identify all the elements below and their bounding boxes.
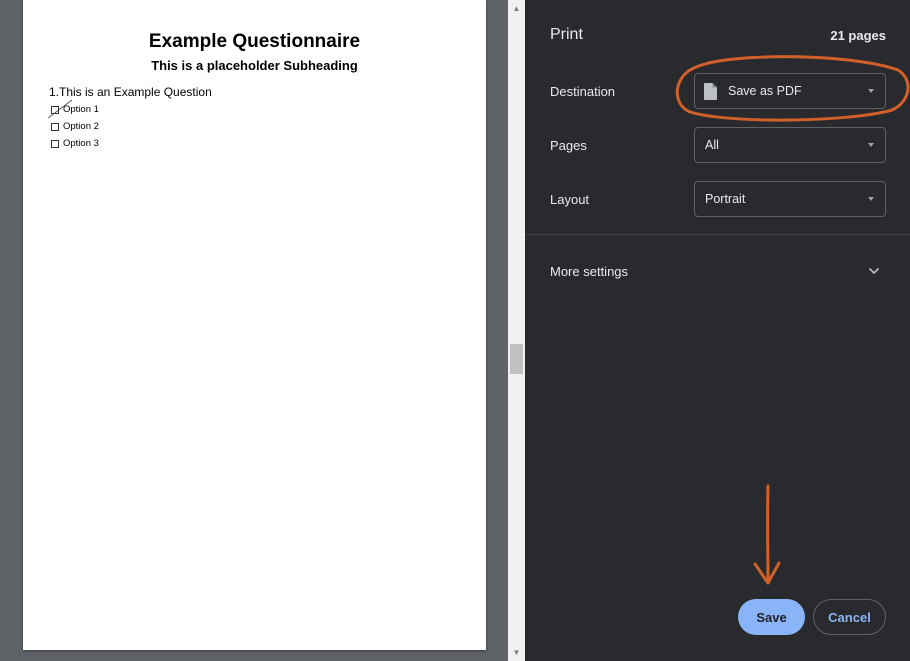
- file-icon: [704, 82, 717, 100]
- scrollbar-thumb[interactable]: [510, 344, 523, 374]
- destination-select[interactable]: Save as PDF: [694, 73, 886, 109]
- checkbox-icon: [51, 139, 59, 148]
- chevron-down-icon: [868, 267, 880, 275]
- destination-value: Save as PDF: [728, 84, 802, 98]
- option-item: Option 3: [51, 138, 99, 149]
- scroll-up-arrow-icon[interactable]: ▲: [508, 0, 525, 17]
- dropdown-caret-icon: [868, 89, 874, 93]
- save-button[interactable]: Save: [738, 599, 805, 635]
- dropdown-caret-icon: [868, 197, 874, 201]
- more-settings-toggle[interactable]: More settings: [525, 252, 910, 290]
- more-settings-label: More settings: [550, 264, 629, 279]
- question-text: 1.This is an Example Question: [49, 85, 212, 99]
- print-preview-area: Example Questionnaire This is a placehol…: [0, 0, 508, 661]
- layout-select[interactable]: Portrait: [694, 181, 886, 217]
- pages-label: Pages: [550, 138, 587, 153]
- option-item: Option 2: [51, 121, 99, 132]
- dropdown-caret-icon: [868, 143, 874, 147]
- checkmark-stroke: [48, 99, 73, 119]
- option-label: Option 3: [63, 138, 99, 149]
- pages-value: All: [705, 138, 719, 152]
- panel-title: Print: [550, 26, 583, 43]
- layout-label: Layout: [550, 192, 590, 207]
- preview-page: Example Questionnaire This is a placehol…: [23, 0, 486, 650]
- destination-label: Destination: [550, 84, 616, 99]
- pages-select[interactable]: All: [694, 127, 886, 163]
- document-title: Example Questionnaire: [148, 31, 361, 52]
- document-subheading: This is a placeholder Subheading: [151, 58, 358, 73]
- option-label: Option 2: [63, 121, 99, 132]
- preview-scrollbar[interactable]: ▲ ▼: [508, 0, 525, 661]
- layout-value: Portrait: [705, 192, 746, 206]
- print-settings-panel: Print 21 pages Destination Save as PDF P…: [525, 0, 910, 661]
- divider: [525, 234, 910, 235]
- scroll-down-arrow-icon[interactable]: ▼: [508, 644, 525, 661]
- checkbox-icon: [51, 122, 59, 131]
- page-count: 21 pages: [830, 28, 886, 43]
- cancel-button[interactable]: Cancel: [813, 599, 886, 635]
